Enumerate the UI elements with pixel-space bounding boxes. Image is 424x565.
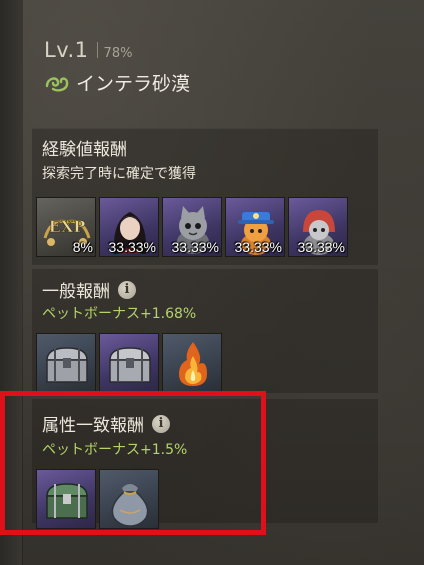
reward-slot-exp[interactable]: EXP 8% (36, 197, 96, 257)
reward-rate: 33.33% (234, 239, 282, 255)
reward-rate: 33.33% (108, 239, 156, 255)
reward-slot-chest-rare[interactable] (99, 333, 159, 393)
exp-icon-text: EXP (49, 217, 86, 236)
reward-slot-chest[interactable] (36, 333, 96, 393)
reward-rate: 33.33% (171, 239, 219, 255)
section-title-row: 一般報酬 i (42, 277, 136, 302)
reward-slot-flame[interactable] (162, 333, 222, 393)
area-name: インテラ砂漠 (76, 73, 191, 95)
reward-rate: 8% (72, 239, 93, 255)
reward-slot-pet-2[interactable]: 33.33% (225, 197, 285, 257)
reward-rate: 33.33% (297, 239, 345, 255)
exp-reward-section: 経験値報酬 探索完了時に確定で獲得 EXP 8% 33.33% 33.33% 3… (32, 128, 378, 265)
reward-slot-character[interactable]: 33.33% (99, 197, 159, 257)
level-separator (96, 42, 98, 58)
reward-slot-pet-1[interactable]: 33.33% (162, 197, 222, 257)
general-reward-slots (36, 333, 222, 393)
pet-bonus-text: ペットボーナス+1.68% (42, 306, 197, 322)
highlight-box (0, 391, 266, 535)
flame-icon (179, 342, 207, 386)
silver-chest-purple-icon (109, 347, 151, 383)
section-title: 一般報酬 (42, 282, 110, 302)
reward-slot-pet-3[interactable]: 33.33% (288, 197, 348, 257)
info-icon[interactable]: i (118, 280, 136, 299)
level-row: Lv.1 78% (44, 38, 132, 62)
section-title: 経験値報酬 (42, 140, 127, 160)
level-text: Lv.1 (44, 38, 89, 62)
area-row: インテラ砂漠 (44, 69, 190, 96)
section-subtitle: 探索完了時に確定で獲得 (42, 166, 196, 182)
level-percent: 78% (103, 46, 133, 61)
green-swirl-icon (45, 76, 69, 91)
general-reward-section: 一般報酬 i ペットボーナス+1.68% (32, 268, 378, 393)
silver-chest-icon (46, 347, 88, 383)
exp-reward-slots: EXP 8% 33.33% 33.33% 33.33% 33.33% (36, 197, 348, 257)
